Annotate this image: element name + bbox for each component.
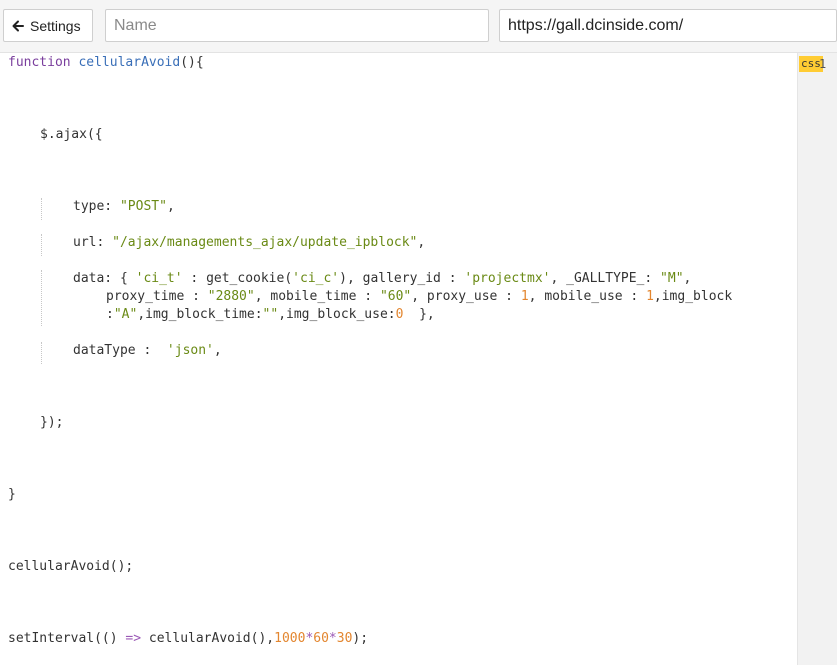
indent-guide xyxy=(41,270,42,326)
settings-button-label: Settings xyxy=(30,17,81,34)
editor-gutter: css 1 xyxy=(797,53,837,665)
code-line: } xyxy=(8,487,16,502)
top-toolbar: Settings xyxy=(0,0,837,53)
code-line: dataType : 'json', xyxy=(73,343,222,358)
code-line: setInterval(() => cellularAvoid(),1000*6… xyxy=(8,631,369,646)
indent-guide xyxy=(41,198,42,220)
indent-guide xyxy=(41,342,42,364)
code-line: type: "POST", xyxy=(73,199,175,214)
code-editor[interactable]: function cellularAvoid(){ $.ajax({ type:… xyxy=(0,53,797,665)
code-line: $.ajax({ xyxy=(40,127,103,142)
code-line: function cellularAvoid(){ xyxy=(8,55,204,70)
line-number: 1 xyxy=(819,57,827,71)
arrow-left-icon xyxy=(12,20,24,31)
code-line: proxy_time : "2880", mobile_time : "60",… xyxy=(106,289,733,304)
indent-guide xyxy=(41,234,42,256)
url-input[interactable] xyxy=(499,9,837,42)
code-line: data: { 'ci_t' : get_cookie('ci_c'), gal… xyxy=(73,271,692,286)
code-line: :"A",img_block_time:"",img_block_use:0 }… xyxy=(106,307,435,322)
settings-back-button[interactable]: Settings xyxy=(3,9,93,42)
code-line: url: "/ajax/managements_ajax/update_ipbl… xyxy=(73,235,426,250)
code-line: }); xyxy=(40,415,64,430)
name-input[interactable] xyxy=(105,9,489,42)
code-line: cellularAvoid(); xyxy=(8,559,134,574)
